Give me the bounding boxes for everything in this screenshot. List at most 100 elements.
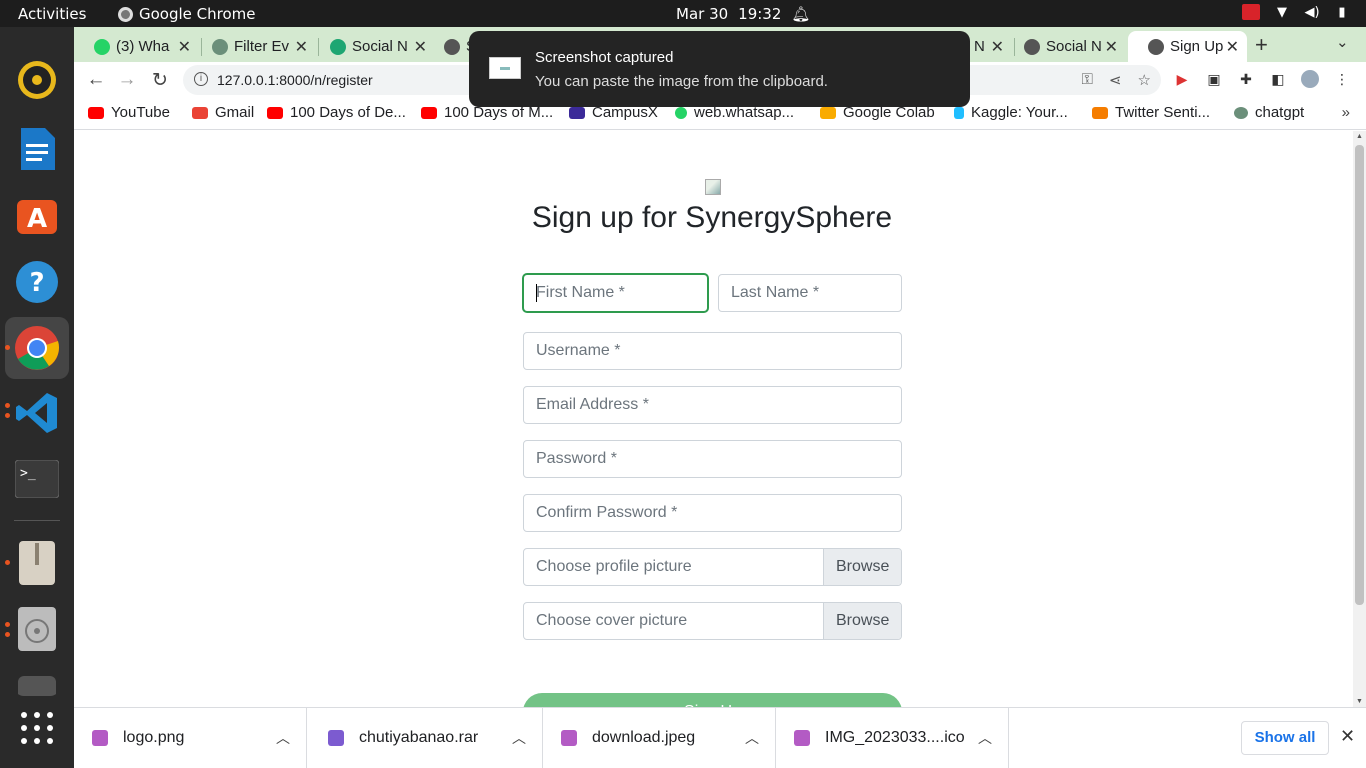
time-label: 19:32 <box>738 5 782 23</box>
disk-icon[interactable] <box>14 606 60 652</box>
terminal-icon[interactable]: >_ <box>14 456 60 502</box>
bookmark-label: 100 Days of De... <box>290 104 406 121</box>
bookmark-100days-de[interactable]: 100 Days of De... <box>267 104 406 121</box>
page-content: Sign up for SynergySphere First Name * L… <box>74 131 1353 707</box>
profile-browse-button[interactable]: Browse <box>823 549 901 585</box>
username-input[interactable]: Username * <box>523 332 902 370</box>
globe-icon <box>1024 38 1040 55</box>
anydesk-icon[interactable] <box>1242 4 1260 20</box>
tab-filter[interactable]: Filter Ev ✕ <box>192 31 316 62</box>
svg-text:>_: >_ <box>20 466 36 481</box>
close-icon[interactable]: ✕ <box>991 37 1004 57</box>
picture-in-picture-icon[interactable]: ▣ <box>1205 70 1223 88</box>
battery-icon: ▮ <box>1338 4 1346 20</box>
running-indicator <box>5 560 10 565</box>
youtube-icon <box>267 106 283 119</box>
wifi-icon: ▼ <box>1277 4 1287 20</box>
bookmark-chatgpt[interactable]: chatgpt <box>1234 104 1304 121</box>
tab-search-chevron-icon[interactable]: ⌄ <box>1336 33 1349 51</box>
profile-avatar[interactable] <box>1301 70 1319 88</box>
close-icon[interactable]: ✕ <box>1105 37 1118 57</box>
rhythmbox-icon[interactable] <box>14 57 60 103</box>
chevron-up-icon[interactable]: ︿ <box>978 728 992 748</box>
bookmark-gmail[interactable]: Gmail <box>192 104 254 121</box>
confirm-password-input[interactable]: Confirm Password * <box>523 494 902 532</box>
side-panel-icon[interactable]: ◧ <box>1269 70 1287 88</box>
bookmark-youtube[interactable]: YouTube <box>88 104 170 121</box>
writer-icon[interactable] <box>14 126 60 172</box>
share-icon[interactable]: ⋖ <box>1109 71 1122 89</box>
app-name: Google Chrome <box>139 5 256 23</box>
cover-picture-input[interactable]: Choose cover picture Browse <box>523 602 902 640</box>
software-center-icon[interactable]: A <box>14 191 60 237</box>
screenshot-notification[interactable]: Screenshot captured You can paste the im… <box>469 31 970 107</box>
bookmark-star-icon[interactable]: ☆ <box>1138 71 1151 89</box>
diagram-icon <box>330 38 346 55</box>
cover-browse-button[interactable]: Browse <box>823 603 901 639</box>
close-icon[interactable]: ✕ <box>295 37 308 57</box>
activities-button[interactable]: Activities <box>18 5 86 23</box>
app-menu[interactable]: Google Chrome <box>118 5 256 23</box>
profile-picture-input[interactable]: Choose profile picture Browse <box>523 548 902 586</box>
tab-social-1[interactable]: Social N ✕ <box>310 31 435 62</box>
system-tray[interactable]: ▼ ◀︎) ▮ <box>1242 4 1350 20</box>
menu-icon[interactable]: ⋮ <box>1333 70 1351 88</box>
show-apps-icon[interactable] <box>21 712 53 744</box>
download-item[interactable]: IMG_2023033....ico ︿ <box>776 708 1009 768</box>
close-icon[interactable]: ✕ <box>178 37 191 57</box>
chevron-up-icon[interactable]: ︿ <box>512 728 526 748</box>
download-item[interactable]: logo.png ︿ <box>74 708 307 768</box>
drive-icon[interactable] <box>14 672 60 696</box>
chevron-up-icon[interactable]: ︿ <box>745 728 759 748</box>
download-item[interactable]: download.jpeg ︿ <box>543 708 776 768</box>
password-input[interactable]: Password * <box>523 440 902 478</box>
page-scrollbar[interactable]: ▲ ▼ <box>1353 131 1366 707</box>
media-icon[interactable]: ▶ <box>1173 70 1191 88</box>
chevron-up-icon[interactable]: ︿ <box>276 728 290 748</box>
colab-icon <box>820 106 836 119</box>
image-file-icon <box>92 730 108 746</box>
tab-partial[interactable]: S <box>424 31 469 62</box>
help-icon[interactable]: ? <box>14 259 60 305</box>
tab-whatsapp[interactable]: (3) Wha ✕ <box>74 31 199 62</box>
email-input[interactable]: Email Address * <box>523 386 902 424</box>
running-indicator <box>5 345 10 350</box>
archive-icon[interactable] <box>14 540 60 586</box>
last-name-input[interactable]: Last Name * <box>718 274 902 312</box>
scrollbar-thumb[interactable] <box>1355 145 1364 605</box>
running-indicator <box>5 413 10 418</box>
back-button[interactable]: ← <box>84 69 108 91</box>
username-placeholder: Username * <box>536 342 621 359</box>
scroll-down-icon[interactable]: ▼ <box>1356 698 1363 705</box>
close-icon[interactable]: ✕ <box>1340 726 1355 747</box>
new-tab-button[interactable]: + <box>1255 32 1268 58</box>
info-icon[interactable]: i <box>194 72 208 86</box>
bookmark-twitter-senti[interactable]: Twitter Senti... <box>1092 104 1210 121</box>
more-bookmarks-icon[interactable]: » <box>1342 104 1350 121</box>
volume-icon: ◀︎) <box>1304 4 1320 20</box>
reload-button[interactable]: ↻ <box>148 69 172 92</box>
chrome-icon[interactable] <box>14 325 60 371</box>
extensions-icon[interactable]: ✚ <box>1237 70 1255 88</box>
show-all-button[interactable]: Show all <box>1241 721 1329 755</box>
clock[interactable]: Mar 30 19:32 🔔︎ <box>676 5 810 23</box>
sign-up-button[interactable]: Sign Up <box>523 693 902 707</box>
forward-button[interactable]: → <box>115 69 139 91</box>
tab-social-2[interactable]: Social N ✕ <box>1004 31 1126 62</box>
vscode-icon[interactable] <box>14 390 60 436</box>
page-title: Sign up for SynergySphere <box>531 201 893 234</box>
bookmark-kaggle[interactable]: Kaggle: Your... <box>954 104 1068 121</box>
cover-picture-placeholder: Choose cover picture <box>536 612 688 629</box>
close-icon[interactable]: ✕ <box>1226 37 1239 57</box>
running-indicator <box>5 622 10 627</box>
download-item[interactable]: chutiyabanao.rar ︿ <box>310 708 543 768</box>
last-name-placeholder: Last Name * <box>731 284 820 301</box>
key-icon[interactable]: ⚿ <box>1082 71 1093 89</box>
tab-label: (3) Wha <box>116 38 170 55</box>
tab-sign-up[interactable]: Sign Up ✕ <box>1128 31 1247 62</box>
first-name-input[interactable]: First Name * <box>523 274 708 312</box>
image-file-icon <box>794 730 810 746</box>
scroll-up-icon[interactable]: ▲ <box>1356 133 1363 140</box>
url-text[interactable]: 127.0.0.1:8000/n/register <box>217 72 373 88</box>
first-name-placeholder: First Name * <box>536 284 625 301</box>
